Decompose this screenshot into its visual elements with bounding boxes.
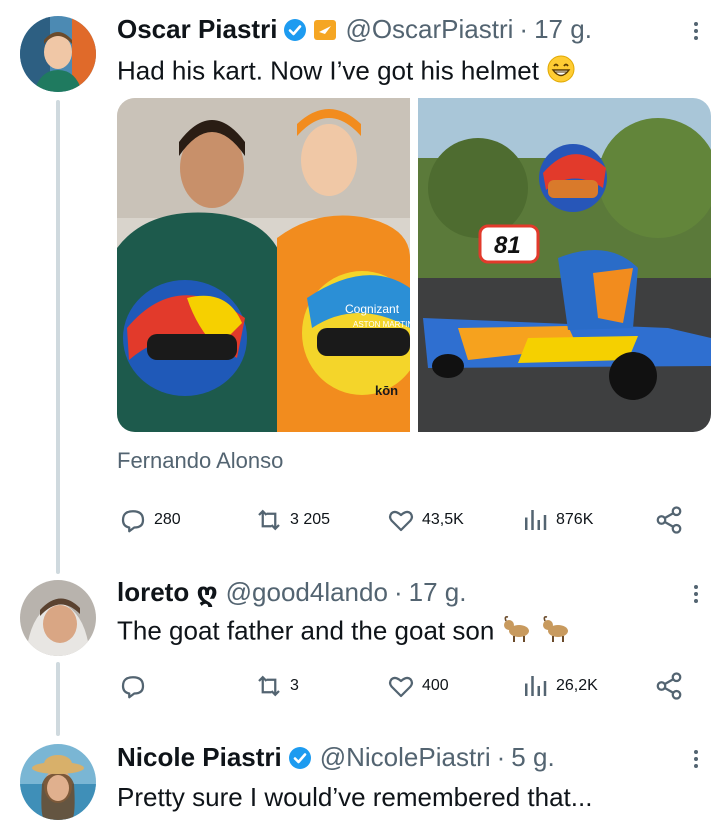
- like-count: 43,5K: [422, 511, 464, 528]
- more-icon[interactable]: [692, 582, 700, 610]
- tweet-header: Oscar Piastri @OscarPiastri · 17 g.: [117, 14, 592, 45]
- reply-button[interactable]: [118, 671, 154, 701]
- repost-button[interactable]: 3 205: [254, 505, 330, 535]
- separator-dot: ·: [519, 14, 529, 44]
- handle[interactable]: @NicolePiastri: [320, 742, 491, 773]
- timestamp[interactable]: 17 g.: [409, 577, 467, 608]
- tweet-text-body: Pretty sure I would’ve remembered that..…: [117, 782, 593, 812]
- reply-icon: [121, 510, 145, 533]
- goat-emoji-icon: [541, 615, 573, 650]
- timestamp[interactable]: 5 g.: [511, 742, 554, 773]
- tagged-user[interactable]: Fernando Alonso: [117, 448, 283, 474]
- more-icon[interactable]: [692, 747, 700, 775]
- kart-number: 81: [494, 232, 521, 259]
- views-count: 26,2K: [556, 677, 598, 694]
- views-button[interactable]: 876K: [520, 505, 593, 535]
- tweet-text: The goat father and the goat son: [117, 615, 573, 650]
- share-icon: [656, 506, 682, 534]
- repost-count: 3: [290, 677, 299, 694]
- reply-icon: [121, 676, 145, 699]
- handle[interactable]: @OscarPiastri: [345, 14, 513, 45]
- repost-count: 3 205: [290, 511, 331, 528]
- views-button[interactable]: 26,2K: [520, 671, 598, 701]
- media-grid[interactable]: Cognizant ASTON MARTIN kōn 81: [117, 98, 711, 432]
- helmet-text: ASTON MARTIN: [353, 320, 410, 329]
- tweet-header: loreto ღ @good4lando · 17 g.: [117, 577, 466, 608]
- separator-dot: ·: [393, 577, 403, 607]
- timestamp[interactable]: 17 g.: [534, 14, 592, 45]
- more-icon[interactable]: [692, 19, 700, 47]
- tweet-header: Nicole Piastri @NicolePiastri · 5 g.: [117, 742, 555, 773]
- thread-line: [56, 662, 60, 736]
- like-button[interactable]: 400: [386, 671, 449, 701]
- avatar-loreto[interactable]: [20, 580, 96, 656]
- views-icon: [525, 676, 547, 696]
- display-name[interactable]: loreto ღ: [117, 577, 218, 608]
- like-button[interactable]: 43,5K: [386, 505, 464, 535]
- like-count: 400: [422, 677, 449, 694]
- repost-icon: [258, 509, 280, 531]
- reply-count: 280: [154, 511, 181, 528]
- like-icon: [388, 676, 414, 698]
- thread-line: [56, 100, 60, 574]
- like-icon: [388, 510, 414, 532]
- grin-emoji-icon: [546, 54, 576, 91]
- repost-icon: [258, 675, 280, 697]
- views-count: 876K: [556, 511, 594, 528]
- goat-emoji-icon: [502, 615, 534, 650]
- views-icon: [525, 510, 547, 530]
- tweet-text-body: Had his kart. Now I’ve got his helmet: [117, 55, 539, 86]
- separator-dot: ·: [496, 742, 506, 772]
- photo-kart[interactable]: 81: [418, 98, 711, 432]
- tweet-text: Had his kart. Now I’ve got his helmet: [117, 54, 576, 91]
- verified-badge-icon: [283, 18, 307, 42]
- photo-alonso-piastri[interactable]: Cognizant ASTON MARTIN kōn: [117, 98, 422, 432]
- helmet-text: kōn: [375, 383, 398, 398]
- avatar-oscar[interactable]: [20, 16, 96, 92]
- avatar-nicole[interactable]: [20, 744, 96, 820]
- helmet-text: Cognizant: [345, 302, 400, 316]
- share-icon: [656, 672, 682, 700]
- reply-button[interactable]: 280: [118, 505, 181, 535]
- share-button[interactable]: [654, 505, 684, 535]
- repost-button[interactable]: 3: [254, 671, 299, 701]
- tweet-text: Pretty sure I would’ve remembered that..…: [117, 782, 592, 813]
- verified-badge-icon: [288, 746, 312, 770]
- share-button[interactable]: [654, 671, 684, 701]
- tweet-text-body: The goat father and the goat son: [117, 615, 495, 646]
- display-name[interactable]: Oscar Piastri: [117, 14, 277, 45]
- affiliate-badge-icon[interactable]: [313, 18, 337, 42]
- display-name[interactable]: Nicole Piastri: [117, 742, 282, 773]
- handle[interactable]: @good4lando: [226, 577, 388, 608]
